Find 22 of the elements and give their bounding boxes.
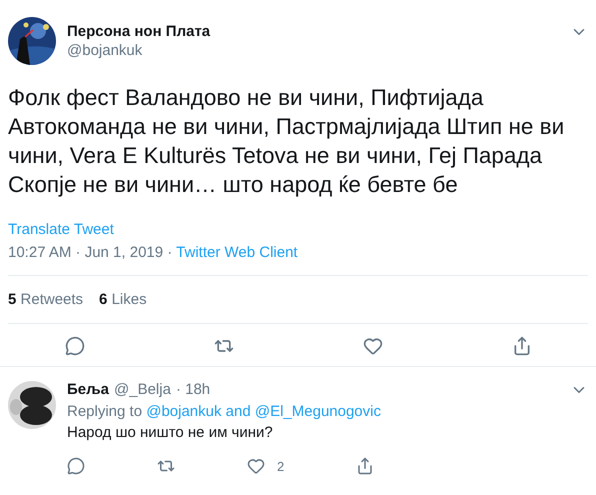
mention-link[interactable]: @bojankuk and @El_Megunogovic	[146, 403, 381, 420]
author-name[interactable]: Персона нон Плата	[67, 23, 559, 40]
reply-author-handle[interactable]: @_Belja	[114, 381, 171, 399]
reply-button[interactable]	[64, 336, 84, 356]
reply-text: Народ шо ништо не им чини?	[67, 424, 274, 441]
reply-age: · 18h	[176, 381, 210, 399]
like-button[interactable]: 2	[247, 457, 284, 475]
tweet-text: Фолк фест Валандово не ви чини, Пифтијада Автокоманда не ви чини, Пастрмајлијада Штип не ви чини, Vera E Kulturës Tetova не ви чини, Геј Парада Скопје не ви чини… што народ ќе бевте бе	[8, 84, 566, 199]
like-button[interactable]	[362, 336, 382, 356]
replying-to-label: Replying to	[67, 403, 144, 420]
translate-link[interactable]: Translate Tweet	[8, 221, 114, 238]
reply-button[interactable]	[67, 457, 85, 475]
reply-author-name[interactable]: Беља	[67, 381, 109, 399]
heart-icon	[247, 457, 265, 475]
timestamp: 10:27 AM · Jun 1, 2019 ·	[8, 244, 174, 261]
stat-link[interactable]: 6 Likes	[99, 291, 147, 308]
like-count: 2	[277, 458, 284, 474]
share-button[interactable]	[356, 457, 374, 475]
author-handle[interactable]: @bojankuk	[67, 42, 559, 59]
share-button[interactable]	[512, 336, 532, 356]
stat-link[interactable]: 5 Retweets	[8, 291, 84, 308]
client-link[interactable]: Twitter Web Client	[176, 244, 298, 261]
